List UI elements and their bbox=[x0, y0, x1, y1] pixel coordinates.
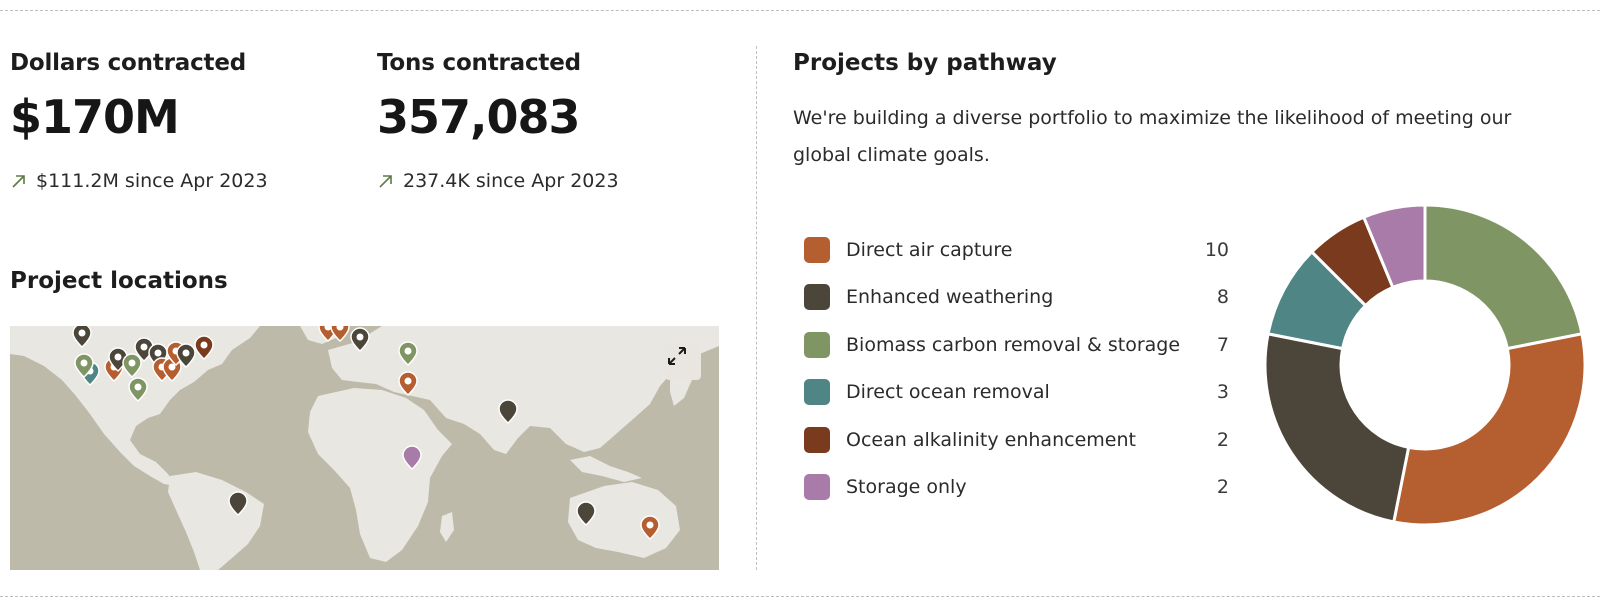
legend-count: 2 bbox=[1216, 476, 1229, 499]
world-map bbox=[10, 326, 719, 570]
donut-slice-enhanced-weathering bbox=[1263, 332, 1411, 524]
legend-label: Ocean alkalinity enhancement bbox=[846, 428, 1136, 451]
legend-count: 8 bbox=[1216, 286, 1229, 309]
legend-swatch bbox=[804, 426, 830, 453]
stat-delta-text: 237.4K since Apr 2023 bbox=[403, 170, 619, 192]
expand-map-button[interactable] bbox=[665, 344, 701, 380]
dollars-contracted-stat: Dollars contracted $170M $111.2M since A… bbox=[10, 50, 350, 192]
legend-swatch bbox=[804, 474, 830, 501]
stat-delta: $111.2M since Apr 2023 bbox=[10, 170, 350, 192]
legend-count: 10 bbox=[1204, 238, 1229, 261]
tons-contracted-stat: Tons contracted 357,083 237.4K since Apr… bbox=[377, 50, 717, 192]
pathway-donut-chart bbox=[1263, 203, 1587, 527]
donut-slice-direct-air-capture bbox=[1392, 332, 1587, 527]
arrow-up-right-icon bbox=[379, 175, 392, 188]
legend-item: Biomass carbon removal & storage 7 bbox=[804, 321, 1229, 369]
stat-label: Dollars contracted bbox=[10, 50, 246, 76]
arrow-up-right-icon bbox=[12, 175, 25, 188]
expand-arrows-icon bbox=[668, 347, 686, 365]
pathway-legend: Direct air capture 10 Enhanced weatherin… bbox=[804, 226, 1229, 511]
project-locations-map[interactable] bbox=[10, 326, 719, 570]
project-locations-title: Project locations bbox=[10, 268, 228, 294]
legend-swatch bbox=[804, 236, 830, 263]
legend-label: Storage only bbox=[846, 476, 967, 499]
column-divider bbox=[756, 46, 757, 570]
stat-delta-text: $111.2M since Apr 2023 bbox=[36, 170, 268, 192]
donut-slice-biomass-carbon-removal-storage bbox=[1423, 203, 1584, 351]
legend-label: Enhanced weathering bbox=[846, 286, 1054, 309]
stat-value: $170M bbox=[10, 90, 180, 144]
pathway-description: We're building a diverse portfolio to ma… bbox=[793, 107, 1512, 166]
stat-value: 357,083 bbox=[377, 90, 581, 144]
stat-label: Tons contracted bbox=[377, 50, 581, 76]
legend-swatch bbox=[804, 331, 830, 358]
legend-count: 7 bbox=[1216, 333, 1229, 356]
legend-item: Ocean alkalinity enhancement 2 bbox=[804, 416, 1229, 464]
legend-label: Direct ocean removal bbox=[846, 381, 1050, 404]
legend-item: Direct ocean removal 3 bbox=[804, 369, 1229, 417]
legend-count: 2 bbox=[1216, 428, 1229, 451]
legend-count: 3 bbox=[1216, 381, 1229, 404]
legend-item: Direct air capture 10 bbox=[804, 226, 1229, 274]
legend-label: Biomass carbon removal & storage bbox=[846, 333, 1181, 356]
legend-label: Direct air capture bbox=[846, 238, 1013, 261]
bottom-divider bbox=[0, 596, 1600, 597]
legend-item: Storage only 2 bbox=[804, 464, 1229, 512]
legend-item: Enhanced weathering 8 bbox=[804, 274, 1229, 322]
legend-swatch bbox=[804, 379, 830, 406]
top-divider bbox=[0, 10, 1600, 11]
stat-delta: 237.4K since Apr 2023 bbox=[377, 170, 717, 192]
legend-swatch bbox=[804, 284, 830, 311]
projects-by-pathway-title: Projects by pathway bbox=[793, 50, 1057, 76]
